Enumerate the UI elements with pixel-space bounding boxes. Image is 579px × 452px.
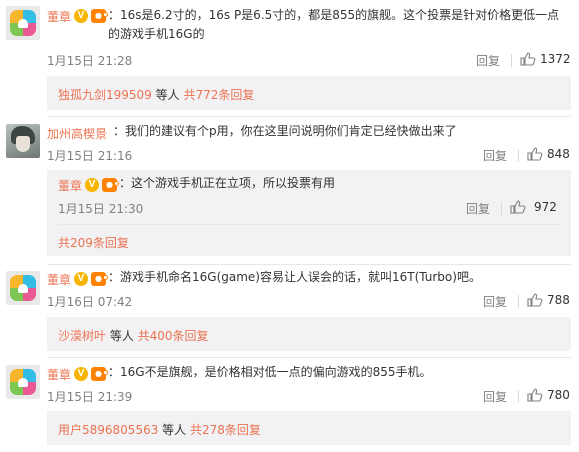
comment-text: ：游戏手机命名16G(game)容易让人误会的话，就叫16T(Turbo)吧。 (108, 270, 481, 284)
username-link[interactable]: 董章 (47, 8, 71, 25)
comment-time: 1月15日 21:39 (47, 390, 133, 404)
reply-divider (58, 224, 560, 225)
view-replies-link[interactable]: 用户5896805563 等人 共278条回复 (58, 421, 261, 438)
avatar[interactable] (6, 365, 40, 399)
username-link[interactable]: 董章 (47, 271, 71, 288)
view-replies-link[interactable]: 沙漠树叶 等人 共400条回复 (58, 327, 209, 344)
reply-count[interactable]: 共209条回复 (58, 236, 129, 250)
divider (518, 390, 519, 403)
reply-username[interactable]: 独孤九剑199509 (58, 88, 152, 102)
sub-reply-summary: 用户5896805563 等人 共278条回复 (47, 411, 571, 445)
member-badge-icon: ● (91, 272, 108, 286)
comment-text: ：16G不是旗舰，是价格相对低一点的偏向游戏的855手机。 (108, 365, 432, 379)
reply-button[interactable]: 回复 (483, 293, 507, 310)
divider (518, 295, 519, 308)
view-replies-link[interactable]: 独孤九剑199509 等人 共772条回复 (58, 86, 254, 103)
sub-reply-box: 董章 V ● ：这个游戏手机正在立项，所以投票有用 1月15日 21:30 回复… (47, 170, 571, 256)
avatar[interactable] (6, 6, 40, 40)
like-count: 788 (547, 293, 570, 307)
reply-username[interactable]: 沙漠树叶 (58, 329, 106, 343)
thumb-up-icon[interactable] (527, 293, 543, 307)
reply-username[interactable]: 用户5896805563 (58, 423, 158, 437)
like-count: 848 (547, 147, 570, 161)
reply-count[interactable]: 共278条回复 (190, 423, 261, 437)
verified-v-badge-icon: V (85, 178, 99, 192)
comment-divider (47, 357, 571, 358)
comment-item: 加州高楔景 ：我们的建议有个p用，你在这里问说明你们肯定已经快做出来了 1月15… (0, 118, 579, 268)
comment-time: 1月15日 21:28 (47, 54, 133, 68)
verified-v-badge-icon: V (74, 9, 88, 23)
sub-reply-summary: 沙漠树叶 等人 共400条回复 (47, 317, 571, 351)
comment-item: 董章 V ● ：16G不是旗舰，是价格相对低一点的偏向游戏的855手机。 1月1… (0, 359, 579, 452)
reply-text: ：这个游戏手机正在立项，所以投票有用 (119, 176, 336, 190)
verified-v-badge-icon: V (74, 367, 88, 381)
reply-summary-text: 等人 (106, 329, 138, 343)
comment-text: ：16s是6.2寸的，16s P是6.5寸的，都是855的旗舰。这个投票是针对价… (108, 8, 560, 41)
view-replies-link[interactable]: 共209条回复 (58, 234, 129, 251)
divider (518, 149, 519, 162)
username-link[interactable]: 董章 (47, 366, 71, 383)
comment-divider (47, 116, 571, 117)
reply-summary-text: 等人 (151, 88, 184, 102)
divider (501, 202, 502, 215)
avatar[interactable] (6, 124, 40, 158)
comment-item: 董章 V ● ：游戏手机命名16G(game)容易让人误会的话，就叫16T(Tu… (0, 265, 579, 360)
like-count: 972 (534, 200, 557, 214)
comment-time: 1月15日 21:16 (47, 149, 133, 163)
thumb-up-icon[interactable] (520, 52, 536, 66)
comment-text: ：我们的建议有个p用，你在这里问说明你们肯定已经快做出来了 (113, 124, 457, 138)
sub-reply-summary: 独孤九剑199509 等人 共772条回复 (47, 76, 571, 110)
reply-button[interactable]: 回复 (466, 200, 490, 217)
reply-button[interactable]: 回复 (483, 147, 507, 164)
reply-username[interactable]: 董章 (58, 177, 82, 194)
member-badge-icon: ● (91, 9, 108, 23)
reply-summary-text: 等人 (158, 423, 190, 437)
member-badge-icon: ● (102, 178, 119, 192)
reply-button[interactable]: 回复 (483, 388, 507, 405)
like-count: 780 (547, 388, 570, 402)
reply-time: 1月15日 21:30 (58, 202, 144, 216)
reply-count[interactable]: 共772条回复 (183, 88, 254, 102)
thumb-up-icon[interactable] (527, 147, 543, 161)
comment-time: 1月16日 07:42 (47, 295, 133, 309)
username-link[interactable]: 加州高楔景 (47, 125, 107, 142)
like-count: 1372 (540, 52, 571, 66)
thumb-up-icon[interactable] (510, 200, 526, 214)
reply-button[interactable]: 回复 (476, 52, 500, 69)
thumb-up-icon[interactable] (527, 388, 543, 402)
comment-item: 董章 V ● ：16s是6.2寸的，16s P是6.5寸的，都是855的旗舰。这… (0, 0, 579, 117)
reply-count[interactable]: 共400条回复 (138, 329, 209, 343)
divider (511, 54, 512, 67)
member-badge-icon: ● (91, 367, 108, 381)
verified-v-badge-icon: V (74, 272, 88, 286)
avatar[interactable] (6, 271, 40, 305)
